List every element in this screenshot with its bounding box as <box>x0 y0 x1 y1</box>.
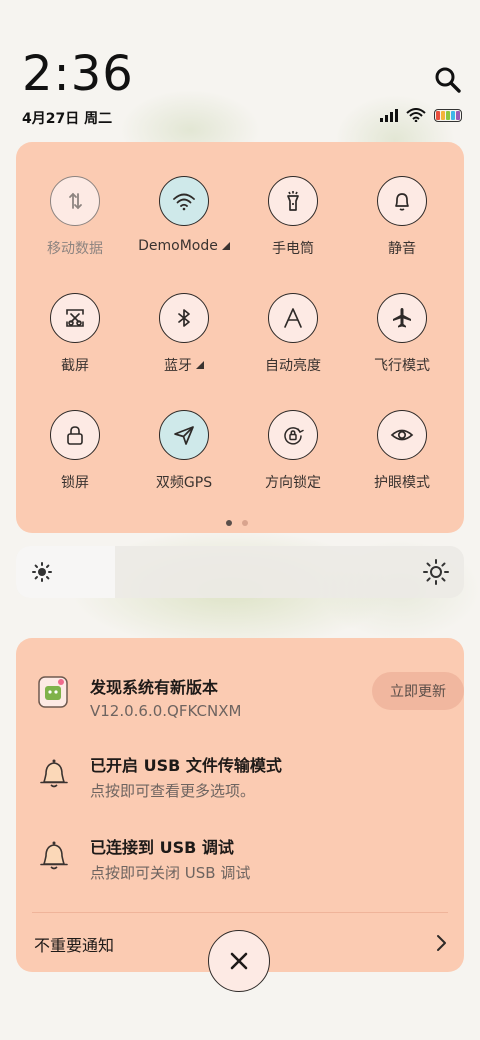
mobile-data-icon <box>50 176 100 226</box>
unimportant-notifications-link[interactable]: 不重要通知 <box>34 932 114 956</box>
clear-all-button[interactable] <box>208 930 270 992</box>
screenshot-icon <box>50 293 100 343</box>
quick-tile-label: 手电筒 <box>272 241 314 257</box>
divider <box>32 912 448 913</box>
quick-tile-label: 方向锁定 <box>265 475 321 491</box>
quick-tile-label: 静音 <box>388 241 416 257</box>
quick-tile-screenshot[interactable]: 截屏 <box>20 293 130 403</box>
quick-tile-airplane[interactable]: 飞行模式 <box>347 293 457 403</box>
notification-title: 发现系统有新版本 <box>90 678 219 697</box>
notification-title: 已连接到 USB 调试 <box>90 838 234 857</box>
signal-icon <box>380 108 398 122</box>
quick-tile-lock[interactable]: 锁屏 <box>20 410 130 520</box>
quick-settings-panel: 移动数据 DemoMode 手电筒 静音截屏 蓝牙 自动亮度 飞行模式锁屏 双频GPS 方向锁定… <box>16 142 464 533</box>
date-label: 4月27日 周二 <box>22 111 113 127</box>
bell-icon <box>40 759 68 788</box>
notification-usb-transfer[interactable]: 已开启 USB 文件传输模式 点按即可查看更多选项。 <box>16 752 464 800</box>
quick-tile-wifi[interactable]: DemoMode <box>129 176 239 286</box>
airplane-icon <box>377 293 427 343</box>
auto-brightness-icon <box>268 293 318 343</box>
notification-title: 已开启 USB 文件传输模式 <box>90 756 282 775</box>
system-update-icon <box>38 676 68 708</box>
expand-indicator-icon <box>196 361 204 369</box>
page-indicator <box>226 520 248 526</box>
notification-usb-debug[interactable]: 已连接到 USB 调试 点按即可关闭 USB 调试 <box>16 834 464 882</box>
location-arrow-icon <box>159 410 209 460</box>
notification-subtitle: 点按即可关闭 USB 调试 <box>90 864 251 882</box>
quick-tile-label: 锁屏 <box>61 475 89 491</box>
eye-icon <box>377 410 427 460</box>
quick-tile-eye[interactable]: 护眼模式 <box>347 410 457 520</box>
search-icon[interactable] <box>434 66 462 94</box>
lock-icon <box>50 410 100 460</box>
expand-indicator-icon <box>221 242 230 250</box>
quick-tile-label: 护眼模式 <box>374 475 430 491</box>
quick-tile-flashlight[interactable]: 手电筒 <box>238 176 348 286</box>
quick-tile-label: 截屏 <box>61 358 89 374</box>
page-dot <box>242 520 248 526</box>
quick-tile-rotation-lock[interactable]: 方向锁定 <box>238 410 348 520</box>
quick-tile-label: DemoMode <box>138 238 218 254</box>
clock: 2:36 <box>22 46 134 102</box>
quick-tile-mobile-data[interactable]: 移动数据 <box>20 176 130 286</box>
quick-tile-label: 移动数据 <box>47 241 103 257</box>
rotation-lock-icon <box>268 410 318 460</box>
page-dot-active <box>226 520 232 526</box>
quick-tile-label: 飞行模式 <box>374 358 430 374</box>
quick-tile-bell[interactable]: 静音 <box>347 176 457 286</box>
chevron-right-icon[interactable] <box>436 934 448 952</box>
notification-subtitle: 点按即可查看更多选项。 <box>90 782 256 800</box>
quick-tile-bluetooth[interactable]: 蓝牙 <box>129 293 239 403</box>
brightness-low-icon <box>32 562 52 582</box>
quick-tile-label: 蓝牙 <box>164 358 192 374</box>
notification-subtitle: V12.0.6.0.QFKCNXM <box>90 702 242 720</box>
quick-tile-location-arrow[interactable]: 双频GPS <box>129 410 239 520</box>
quick-tile-label: 自动亮度 <box>265 358 321 374</box>
battery-icon <box>434 108 462 122</box>
quick-tile-auto-brightness[interactable]: 自动亮度 <box>238 293 348 403</box>
wifi-icon <box>159 176 209 226</box>
brightness-slider[interactable] <box>16 546 464 598</box>
bell-icon <box>40 841 68 870</box>
update-now-button[interactable]: 立即更新 <box>372 672 464 710</box>
bluetooth-icon <box>159 293 209 343</box>
quick-tile-label: 双频GPS <box>155 475 213 491</box>
bell-icon <box>377 176 427 226</box>
wifi-icon <box>406 108 426 122</box>
brightness-high-icon <box>423 559 449 585</box>
system-status-icons <box>380 108 462 122</box>
close-icon <box>230 952 248 970</box>
flashlight-icon <box>268 176 318 226</box>
